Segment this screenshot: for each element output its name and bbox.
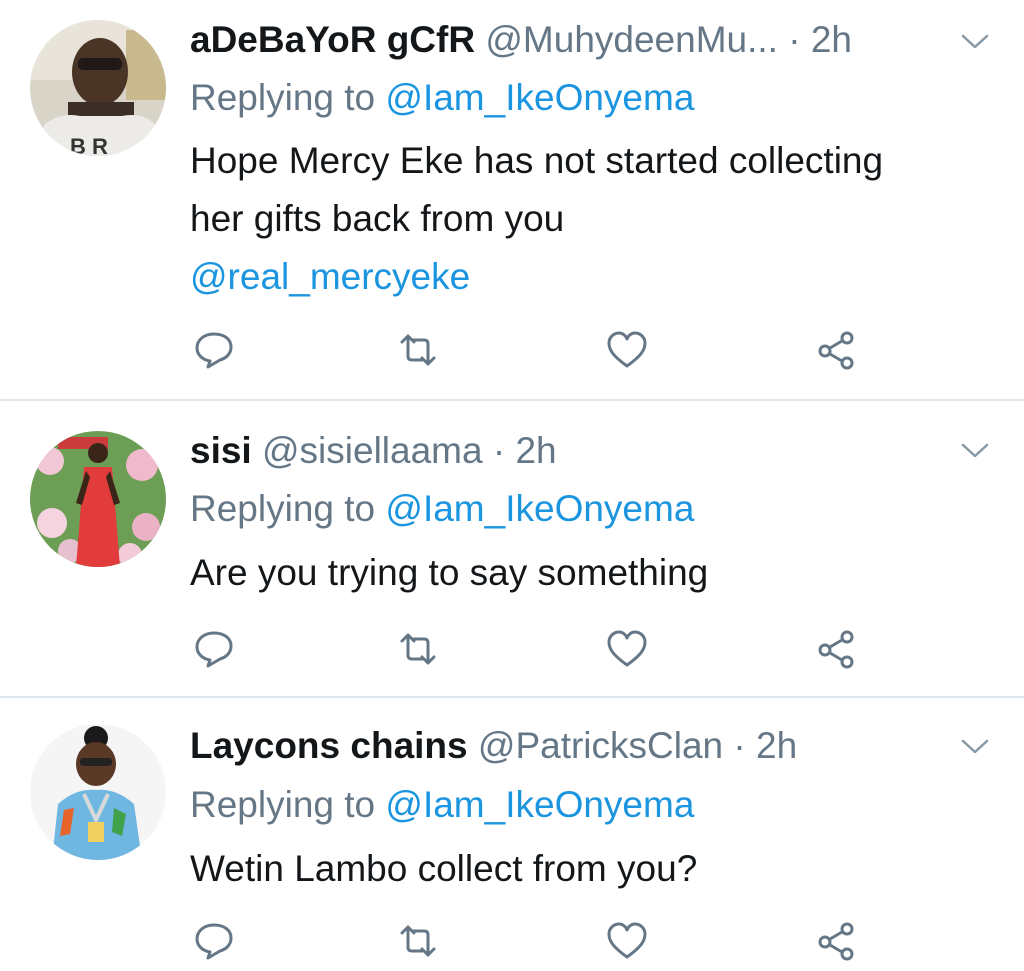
display-name[interactable]: sisi — [190, 430, 252, 471]
share-icon — [818, 630, 854, 669]
replying-prefix: Replying to — [190, 488, 376, 529]
separator-dot: · — [492, 430, 506, 471]
reply-icon — [195, 631, 233, 668]
replying-prefix: Replying to — [190, 77, 376, 118]
retweet-icon — [400, 633, 436, 665]
reply-button[interactable] — [192, 921, 236, 961]
separator-dot: · — [733, 725, 746, 766]
user-handle[interactable]: @PatricksClan — [478, 725, 723, 766]
reply-button[interactable] — [192, 330, 236, 370]
replying-prefix: Replying to — [190, 784, 376, 825]
tweet-text-content: Wetin Lambo collect from you? — [190, 848, 698, 889]
chevron-down-icon[interactable] — [958, 30, 992, 54]
display-name[interactable]: Laycons chains — [190, 725, 468, 766]
tweet-actions — [0, 330, 1024, 370]
retweet-icon — [400, 925, 436, 957]
timestamp[interactable]: 2h — [515, 430, 556, 471]
replying-to: Replying to @Iam_IkeOnyema — [190, 485, 694, 533]
heart-icon — [607, 922, 647, 959]
tweet[interactable]: sisi @sisiellaama · 2h Replying to @Iam_… — [0, 401, 1024, 696]
timestamp[interactable]: 2h — [756, 725, 797, 766]
tweet-header: sisi @sisiellaama · 2h — [190, 427, 934, 475]
share-icon — [818, 922, 854, 961]
reply-button[interactable] — [192, 629, 236, 669]
tweet-text-content: Hope Mercy Eke has not started collectin… — [190, 140, 884, 239]
retweet-button[interactable] — [396, 330, 440, 370]
tweet-header: Laycons chains @PatricksClan · 2h — [190, 722, 934, 770]
retweet-icon — [400, 334, 436, 366]
avatar[interactable] — [30, 431, 166, 567]
chevron-down-icon[interactable] — [958, 439, 992, 463]
like-button[interactable] — [605, 330, 649, 370]
timestamp[interactable]: 2h — [811, 19, 852, 60]
tweet[interactable]: Laycons chains @PatricksClan · 2h Replyi… — [0, 698, 1024, 971]
replying-to-link[interactable]: @Iam_IkeOnyema — [385, 784, 694, 825]
replies-feed: B R aDeBaYoR gCfR @MuhydeenMu... · 2h Re… — [0, 0, 1024, 971]
share-button[interactable] — [815, 921, 859, 961]
avatar[interactable] — [30, 724, 166, 860]
reply-icon — [195, 332, 233, 369]
share-button[interactable] — [815, 629, 859, 669]
tweet[interactable]: B R aDeBaYoR gCfR @MuhydeenMu... · 2h Re… — [0, 0, 1024, 400]
mention-link[interactable]: @real_mercyeke — [190, 256, 470, 297]
display-name[interactable]: aDeBaYoR gCfR — [190, 19, 475, 60]
retweet-button[interactable] — [396, 629, 440, 669]
avatar-shirt-text: B R — [70, 134, 108, 156]
replying-to: Replying to @Iam_IkeOnyema — [190, 74, 694, 122]
chevron-down-icon[interactable] — [958, 735, 992, 759]
share-button[interactable] — [815, 330, 859, 370]
replying-to-link[interactable]: @Iam_IkeOnyema — [385, 77, 694, 118]
like-button[interactable] — [605, 629, 649, 669]
share-icon — [818, 331, 854, 370]
tweet-text: Hope Mercy Eke has not started collectin… — [190, 132, 890, 306]
tweet-text-content: Are you trying to say something — [190, 552, 709, 593]
like-button[interactable] — [605, 921, 649, 961]
tweet-actions — [0, 921, 1024, 961]
tweet-text: Are you trying to say something — [190, 544, 890, 602]
reply-icon — [195, 923, 233, 960]
tweet-actions — [0, 629, 1024, 669]
avatar[interactable]: B R — [30, 20, 166, 156]
heart-icon — [607, 630, 647, 667]
separator-dot: · — [788, 19, 801, 60]
retweet-button[interactable] — [396, 921, 440, 961]
replying-to-link[interactable]: @Iam_IkeOnyema — [385, 488, 694, 529]
tweet-header: aDeBaYoR gCfR @MuhydeenMu... · 2h — [190, 16, 934, 64]
replying-to: Replying to @Iam_IkeOnyema — [190, 781, 694, 829]
tweet-text: Wetin Lambo collect from you? — [190, 840, 890, 898]
user-handle[interactable]: @MuhydeenMu... — [485, 19, 778, 60]
heart-icon — [607, 331, 647, 368]
user-handle[interactable]: @sisiellaama — [262, 430, 483, 471]
